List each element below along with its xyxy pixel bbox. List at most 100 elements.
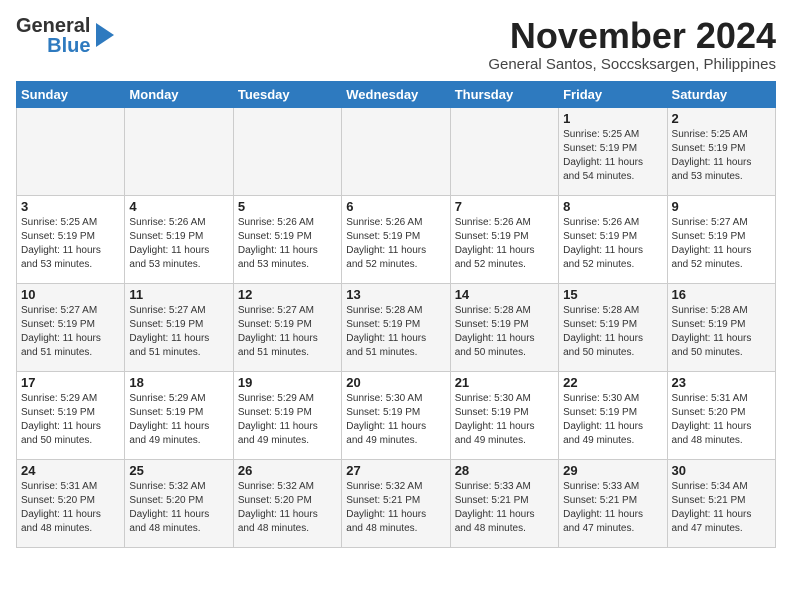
day-info: Sunrise: 5:25 AM Sunset: 5:19 PM Dayligh… (563, 128, 662, 184)
calendar-week-row: 3 Sunrise: 5:25 AM Sunset: 5:19 PM Daylig… (17, 195, 776, 283)
calendar-cell: 18 Sunrise: 5:29 AM Sunset: 5:19 PM Dayli… (125, 371, 233, 459)
month-title: November 2024 (488, 16, 776, 56)
weekday-header-row: SundayMondayTuesdayWednesdayThursdayFrid… (17, 81, 776, 107)
location-subtitle: General Santos, Soccsksargen, Philippine… (488, 56, 776, 73)
calendar-cell (450, 107, 558, 195)
day-info: Sunrise: 5:29 AM Sunset: 5:19 PM Dayligh… (21, 392, 120, 448)
day-number: 4 (129, 199, 228, 214)
day-number: 10 (21, 287, 120, 302)
weekday-header-sunday: Sunday (17, 81, 125, 107)
calendar-cell: 22Sunrise: 5:30 AM Sunset: 5:19 PM Dayli… (559, 371, 667, 459)
day-number: 19 (238, 375, 337, 390)
weekday-header-monday: Monday (125, 81, 233, 107)
weekday-header-tuesday: Tuesday (233, 81, 341, 107)
day-info: Sunrise: 5:31 AM Sunset: 5:20 PM Dayligh… (21, 480, 120, 536)
day-number: 27 (346, 463, 445, 478)
calendar-cell: 14 Sunrise: 5:28 AM Sunset: 5:19 PM Dayli… (450, 283, 558, 371)
day-info: Sunrise: 5:27 AM Sunset: 5:19 PM Dayligh… (21, 304, 120, 360)
calendar-cell (125, 107, 233, 195)
day-info: Sunrise: 5:32 AM Sunset: 5:20 PM Dayligh… (129, 480, 228, 536)
calendar-week-row: 17 Sunrise: 5:29 AM Sunset: 5:19 PM Dayli… (17, 371, 776, 459)
day-info: Sunrise: 5:29 AM Sunset: 5:19 PM Dayligh… (238, 392, 337, 448)
day-number: 22 (563, 375, 662, 390)
calendar-cell: 16 Sunrise: 5:28 AM Sunset: 5:19 PM Dayli… (667, 283, 775, 371)
day-info: Sunrise: 5:26 AM Sunset: 5:19 PM Dayligh… (238, 216, 337, 272)
calendar-cell: 28 Sunrise: 5:33 AM Sunset: 5:21 PM Dayli… (450, 459, 558, 547)
calendar-cell: 26 Sunrise: 5:32 AM Sunset: 5:20 PM Dayli… (233, 459, 341, 547)
weekday-header-friday: Friday (559, 81, 667, 107)
day-info: Sunrise: 5:28 AM Sunset: 5:19 PM Dayligh… (346, 304, 445, 360)
day-number: 24 (21, 463, 120, 478)
calendar-cell: 9Sunrise: 5:27 AM Sunset: 5:19 PM Daylig… (667, 195, 775, 283)
day-number: 21 (455, 375, 554, 390)
day-number: 6 (346, 199, 445, 214)
calendar-cell (342, 107, 450, 195)
calendar-cell: 6 Sunrise: 5:26 AM Sunset: 5:19 PM Daylig… (342, 195, 450, 283)
calendar-cell: 13 Sunrise: 5:28 AM Sunset: 5:19 PM Dayli… (342, 283, 450, 371)
day-info: Sunrise: 5:26 AM Sunset: 5:19 PM Dayligh… (346, 216, 445, 272)
calendar-cell: 10 Sunrise: 5:27 AM Sunset: 5:19 PM Dayli… (17, 283, 125, 371)
day-info: Sunrise: 5:25 AM Sunset: 5:19 PM Dayligh… (672, 128, 771, 184)
day-number: 3 (21, 199, 120, 214)
day-number: 17 (21, 375, 120, 390)
day-info: Sunrise: 5:27 AM Sunset: 5:19 PM Dayligh… (129, 304, 228, 360)
day-info: Sunrise: 5:34 AM Sunset: 5:21 PM Dayligh… (672, 480, 771, 536)
day-info: Sunrise: 5:30 AM Sunset: 5:19 PM Dayligh… (455, 392, 554, 448)
day-info: Sunrise: 5:26 AM Sunset: 5:19 PM Dayligh… (129, 216, 228, 272)
logo: General Blue (16, 16, 116, 56)
day-info: Sunrise: 5:33 AM Sunset: 5:21 PM Dayligh… (455, 480, 554, 536)
day-info: Sunrise: 5:32 AM Sunset: 5:21 PM Dayligh… (346, 480, 445, 536)
day-number: 26 (238, 463, 337, 478)
day-info: Sunrise: 5:32 AM Sunset: 5:20 PM Dayligh… (238, 480, 337, 536)
day-info: Sunrise: 5:29 AM Sunset: 5:19 PM Dayligh… (129, 392, 228, 448)
logo-general-text: General (16, 16, 90, 36)
calendar-week-row: 1 Sunrise: 5:25 AM Sunset: 5:19 PM Daylig… (17, 107, 776, 195)
calendar-cell: 29 Sunrise: 5:33 AM Sunset: 5:21 PM Dayli… (559, 459, 667, 547)
calendar-week-row: 24 Sunrise: 5:31 AM Sunset: 5:20 PM Dayli… (17, 459, 776, 547)
day-number: 15 (563, 287, 662, 302)
logo-blue-text: Blue (47, 36, 90, 56)
day-number: 23 (672, 375, 771, 390)
calendar-table: SundayMondayTuesdayWednesdayThursdayFrid… (16, 81, 776, 548)
calendar-cell: 8 Sunrise: 5:26 AM Sunset: 5:19 PM Daylig… (559, 195, 667, 283)
day-info: Sunrise: 5:30 AM Sunset: 5:19 PM Dayligh… (346, 392, 445, 448)
weekday-header-saturday: Saturday (667, 81, 775, 107)
day-info: Sunrise: 5:26 AM Sunset: 5:19 PM Dayligh… (455, 216, 554, 272)
calendar-cell: 7 Sunrise: 5:26 AM Sunset: 5:19 PM Daylig… (450, 195, 558, 283)
day-number: 16 (672, 287, 771, 302)
weekday-header-wednesday: Wednesday (342, 81, 450, 107)
day-number: 8 (563, 199, 662, 214)
calendar-cell: 15Sunrise: 5:28 AM Sunset: 5:19 PM Dayli… (559, 283, 667, 371)
day-number: 28 (455, 463, 554, 478)
day-info: Sunrise: 5:33 AM Sunset: 5:21 PM Dayligh… (563, 480, 662, 536)
calendar-cell: 25 Sunrise: 5:32 AM Sunset: 5:20 PM Dayli… (125, 459, 233, 547)
day-number: 12 (238, 287, 337, 302)
calendar-cell: 21 Sunrise: 5:30 AM Sunset: 5:19 PM Dayli… (450, 371, 558, 459)
day-info: Sunrise: 5:25 AM Sunset: 5:19 PM Dayligh… (21, 216, 120, 272)
calendar-cell: 19 Sunrise: 5:29 AM Sunset: 5:19 PM Dayli… (233, 371, 341, 459)
day-info: Sunrise: 5:28 AM Sunset: 5:19 PM Dayligh… (672, 304, 771, 360)
calendar-cell: 11Sunrise: 5:27 AM Sunset: 5:19 PM Dayli… (125, 283, 233, 371)
day-number: 29 (563, 463, 662, 478)
page-header: General Blue November 2024 General Santo… (16, 16, 776, 73)
calendar-cell: 30 Sunrise: 5:34 AM Sunset: 5:21 PM Dayli… (667, 459, 775, 547)
logo-icon (94, 21, 116, 54)
day-info: Sunrise: 5:27 AM Sunset: 5:19 PM Dayligh… (238, 304, 337, 360)
day-number: 5 (238, 199, 337, 214)
day-number: 2 (672, 111, 771, 126)
day-info: Sunrise: 5:26 AM Sunset: 5:19 PM Dayligh… (563, 216, 662, 272)
day-info: Sunrise: 5:28 AM Sunset: 5:19 PM Dayligh… (455, 304, 554, 360)
calendar-cell: 27 Sunrise: 5:32 AM Sunset: 5:21 PM Dayli… (342, 459, 450, 547)
day-number: 30 (672, 463, 771, 478)
day-number: 14 (455, 287, 554, 302)
calendar-cell: 2 Sunrise: 5:25 AM Sunset: 5:19 PM Daylig… (667, 107, 775, 195)
day-number: 1 (563, 111, 662, 126)
calendar-cell: 23Sunrise: 5:31 AM Sunset: 5:20 PM Dayli… (667, 371, 775, 459)
weekday-header-thursday: Thursday (450, 81, 558, 107)
day-number: 18 (129, 375, 228, 390)
day-number: 25 (129, 463, 228, 478)
day-number: 13 (346, 287, 445, 302)
day-number: 7 (455, 199, 554, 214)
calendar-week-row: 10 Sunrise: 5:27 AM Sunset: 5:19 PM Dayli… (17, 283, 776, 371)
day-info: Sunrise: 5:27 AM Sunset: 5:19 PM Dayligh… (672, 216, 771, 272)
